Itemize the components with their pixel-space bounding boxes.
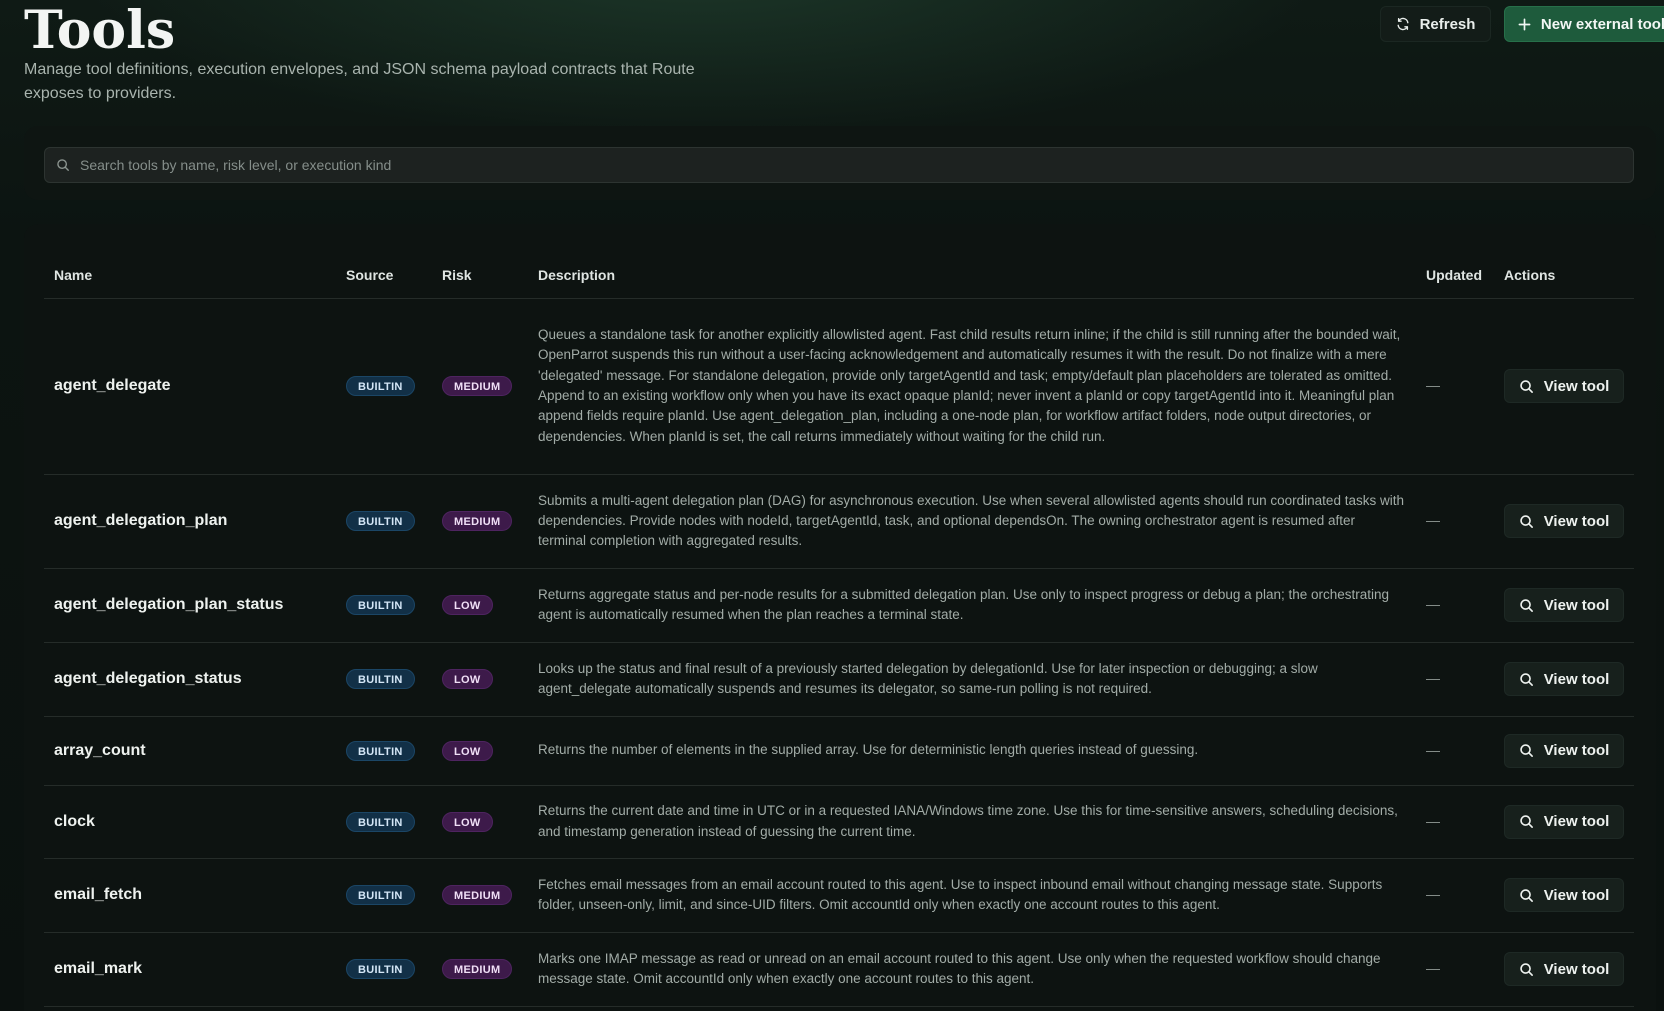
table-row: agent_delegation_plan_status BUILTIN LOW… bbox=[44, 568, 1634, 643]
source-badge: BUILTIN bbox=[346, 511, 415, 531]
risk-badge: LOW bbox=[442, 669, 493, 689]
risk-badge: LOW bbox=[442, 595, 493, 615]
magnifier-icon bbox=[1519, 379, 1534, 394]
magnifier-icon bbox=[1519, 598, 1534, 613]
page-subtitle: Manage tool definitions, execution envel… bbox=[24, 61, 695, 102]
source-badge: BUILTIN bbox=[346, 595, 415, 615]
tool-name: array_count bbox=[54, 741, 146, 759]
plus-icon bbox=[1518, 18, 1531, 31]
source-badge: BUILTIN bbox=[346, 811, 415, 832]
search-icon bbox=[56, 158, 70, 172]
view-tool-button[interactable]: View tool bbox=[1504, 369, 1624, 403]
view-tool-label: View tool bbox=[1543, 512, 1610, 530]
table-row: agent_delegation_plan BUILTIN MEDIUM Sub… bbox=[44, 474, 1634, 569]
table-row: agent_delegate BUILTIN MEDIUM Queues a s… bbox=[44, 298, 1634, 475]
view-tool-button[interactable]: View tool bbox=[1504, 662, 1624, 696]
source-badge: BUILTIN bbox=[346, 959, 415, 979]
tools-table-panel: Name Source Risk Description Updated Act… bbox=[24, 224, 1656, 1011]
tool-name: clock bbox=[54, 812, 95, 830]
magnifier-icon bbox=[1519, 814, 1534, 829]
updated-value: — bbox=[1426, 377, 1440, 393]
tool-description: Queues a standalone task for another exp… bbox=[538, 327, 1401, 444]
tools-table: Name Source Risk Description Updated Act… bbox=[44, 252, 1634, 1007]
risk-badge: MEDIUM bbox=[442, 511, 513, 531]
risk-badge: MEDIUM bbox=[442, 885, 513, 905]
table-body: agent_delegate BUILTIN MEDIUM Queues a s… bbox=[44, 298, 1634, 1007]
updated-value: — bbox=[1426, 960, 1440, 976]
tool-name: agent_delegation_plan_status bbox=[54, 596, 284, 613]
updated-value: — bbox=[1426, 812, 1440, 829]
magnifier-icon bbox=[1519, 962, 1534, 977]
refresh-button-label: Refresh bbox=[1419, 15, 1476, 33]
new-external-tool-button[interactable]: New external tool bbox=[1504, 6, 1664, 42]
tool-name: agent_delegate bbox=[54, 377, 171, 394]
tool-description: Returns aggregate status and per-node re… bbox=[538, 586, 1390, 622]
column-header-source[interactable]: Source bbox=[336, 252, 432, 299]
view-tool-label: View tool bbox=[1543, 813, 1610, 830]
tool-name: email_fetch bbox=[54, 886, 143, 903]
column-header-description: Description bbox=[528, 252, 1416, 299]
view-tool-button[interactable]: View tool bbox=[1504, 878, 1624, 912]
refresh-icon bbox=[1396, 17, 1410, 31]
tool-description: Looks up the status and final result of … bbox=[538, 660, 1318, 696]
refresh-button[interactable]: Refresh bbox=[1380, 6, 1491, 42]
tool-description: Returns the current date and time in UTC… bbox=[538, 803, 1398, 839]
tool-description: Marks one IMAP message as read or unread… bbox=[538, 950, 1381, 986]
column-header-updated[interactable]: Updated bbox=[1416, 252, 1494, 299]
updated-value: — bbox=[1426, 512, 1440, 528]
tool-name: agent_delegation_plan bbox=[54, 512, 228, 529]
magnifier-icon bbox=[1519, 514, 1534, 529]
updated-value: — bbox=[1426, 886, 1440, 902]
new-external-tool-label: New external tool bbox=[1540, 15, 1664, 33]
tool-description: Submits a multi-agent delegation plan (D… bbox=[538, 492, 1404, 549]
view-tool-button[interactable]: View tool bbox=[1504, 504, 1624, 538]
search-panel bbox=[24, 126, 1656, 200]
tool-description: Fetches email messages from an email acc… bbox=[538, 876, 1383, 912]
updated-value: — bbox=[1426, 741, 1440, 758]
updated-value: — bbox=[1426, 596, 1440, 612]
source-badge: BUILTIN bbox=[346, 376, 415, 396]
risk-badge: LOW bbox=[442, 811, 493, 832]
table-row: email_mark BUILTIN MEDIUM Marks one IMAP… bbox=[44, 932, 1634, 1007]
view-tool-label: View tool bbox=[1543, 886, 1610, 904]
view-tool-button[interactable]: View tool bbox=[1504, 804, 1624, 839]
column-header-name[interactable]: Name bbox=[44, 252, 336, 299]
table-row: clock BUILTIN LOW Returns the current da… bbox=[44, 785, 1634, 859]
source-badge: BUILTIN bbox=[346, 669, 415, 689]
search-box[interactable] bbox=[44, 147, 1634, 183]
view-tool-button[interactable]: View tool bbox=[1504, 952, 1624, 986]
tool-name: agent_delegation_status bbox=[54, 670, 242, 687]
view-tool-button[interactable]: View tool bbox=[1504, 588, 1624, 622]
source-badge: BUILTIN bbox=[346, 885, 415, 905]
table-row: agent_delegation_status BUILTIN LOW Look… bbox=[44, 642, 1634, 717]
view-tool-label: View tool bbox=[1543, 596, 1610, 614]
table-row: array_count BUILTIN LOW Returns the numb… bbox=[44, 716, 1634, 786]
tool-description: Returns the number of elements in the su… bbox=[538, 742, 1199, 758]
tool-name: email_mark bbox=[54, 960, 143, 977]
column-header-actions: Actions bbox=[1494, 252, 1634, 299]
column-header-risk[interactable]: Risk bbox=[432, 252, 528, 299]
view-tool-button[interactable]: View tool bbox=[1504, 733, 1624, 768]
search-input[interactable] bbox=[80, 157, 1633, 173]
page-title: Tools bbox=[24, 0, 176, 61]
view-tool-label: View tool bbox=[1543, 377, 1610, 395]
magnifier-icon bbox=[1519, 672, 1534, 687]
magnifier-icon bbox=[1519, 888, 1534, 903]
view-tool-label: View tool bbox=[1543, 742, 1610, 759]
table-row: email_fetch BUILTIN MEDIUM Fetches email… bbox=[44, 858, 1634, 933]
view-tool-label: View tool bbox=[1543, 670, 1610, 688]
table-header: Name Source Risk Description Updated Act… bbox=[44, 252, 1634, 299]
magnifier-icon bbox=[1519, 743, 1534, 758]
updated-value: — bbox=[1426, 670, 1440, 686]
tools-page: Tools Manage tool definitions, execution… bbox=[0, 0, 1664, 1011]
risk-badge: LOW bbox=[442, 740, 493, 761]
source-badge: BUILTIN bbox=[346, 740, 415, 761]
view-tool-label: View tool bbox=[1543, 960, 1610, 978]
page-header: Tools Manage tool definitions, execution… bbox=[24, 0, 1664, 120]
risk-badge: MEDIUM bbox=[442, 376, 513, 396]
risk-badge: MEDIUM bbox=[442, 959, 513, 979]
